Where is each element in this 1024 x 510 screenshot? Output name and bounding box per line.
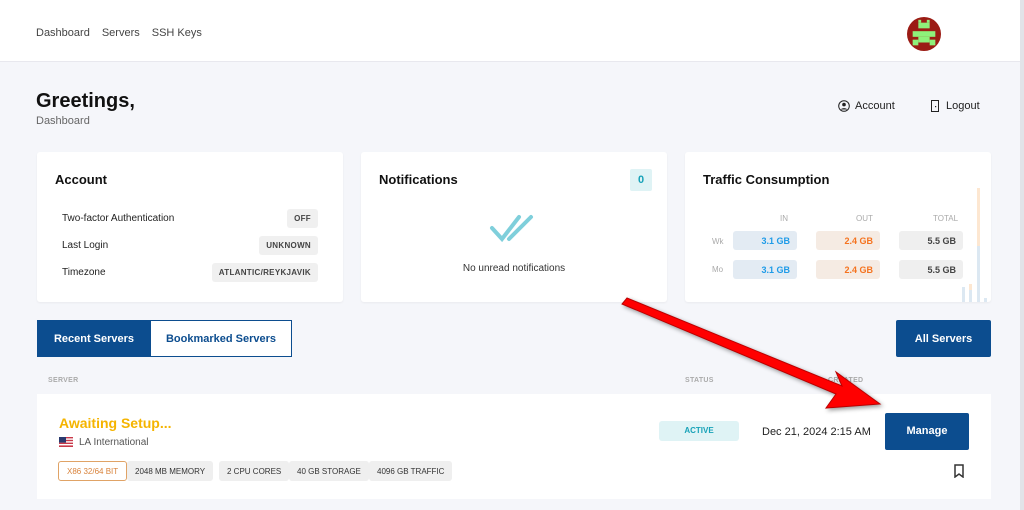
annotation-arrow <box>621 297 882 409</box>
